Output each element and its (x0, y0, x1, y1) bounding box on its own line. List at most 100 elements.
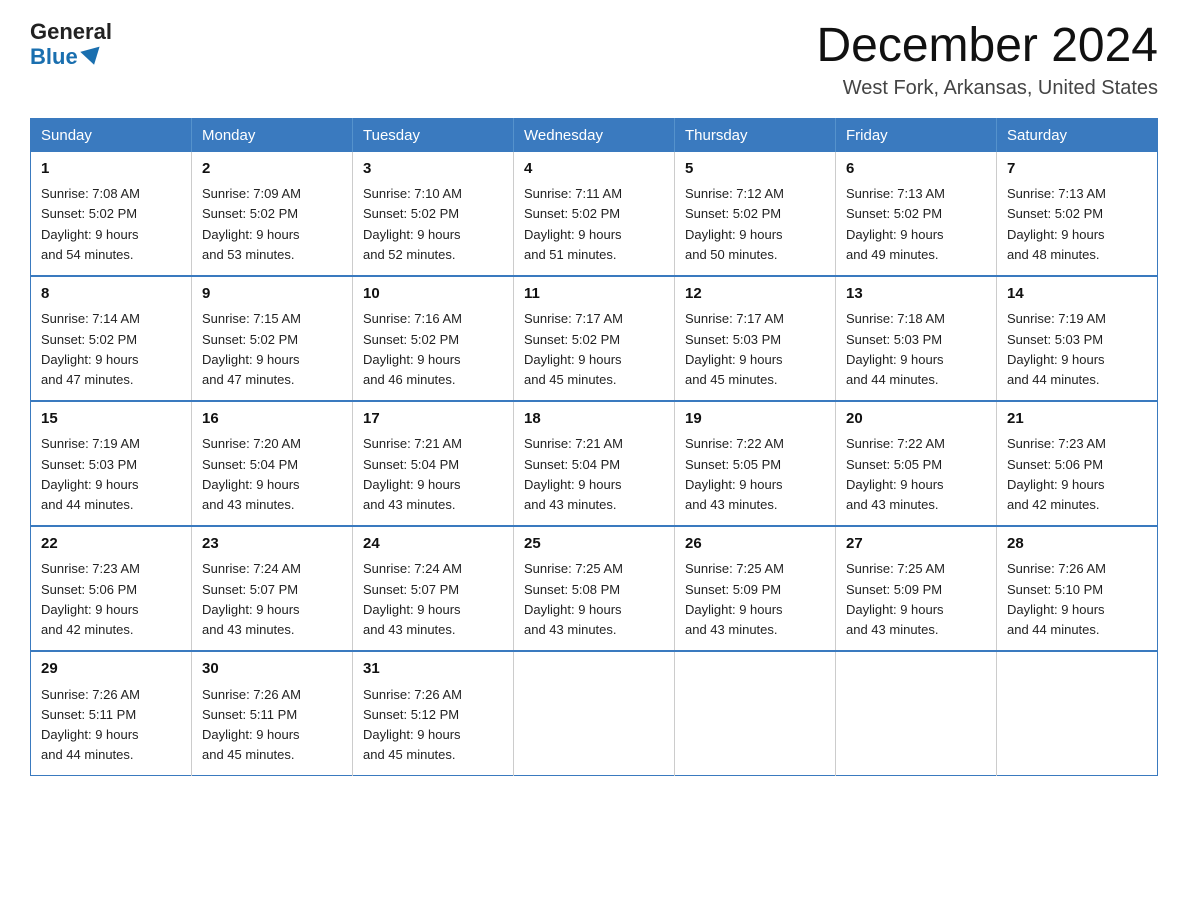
day-info: Sunrise: 7:08 AMSunset: 5:02 PMDaylight:… (41, 186, 140, 261)
day-info: Sunrise: 7:13 AMSunset: 5:02 PMDaylight:… (846, 186, 945, 261)
day-info: Sunrise: 7:11 AMSunset: 5:02 PMDaylight:… (524, 186, 622, 261)
title-block: December 2024 West Fork, Arkansas, Unite… (816, 20, 1158, 100)
calendar-cell: 7 Sunrise: 7:13 AMSunset: 5:02 PMDayligh… (997, 152, 1158, 276)
day-info: Sunrise: 7:17 AMSunset: 5:03 PMDaylight:… (685, 311, 784, 386)
calendar-cell (514, 651, 675, 776)
day-info: Sunrise: 7:19 AMSunset: 5:03 PMDaylight:… (41, 436, 140, 511)
calendar-cell: 3 Sunrise: 7:10 AMSunset: 5:02 PMDayligh… (353, 152, 514, 276)
weekday-header-row: SundayMondayTuesdayWednesdayThursdayFrid… (31, 118, 1158, 152)
calendar-cell: 20 Sunrise: 7:22 AMSunset: 5:05 PMDaylig… (836, 401, 997, 526)
day-number: 22 (41, 533, 181, 556)
weekday-header-sunday: Sunday (31, 118, 192, 152)
day-number: 27 (846, 533, 986, 556)
day-number: 9 (202, 283, 342, 306)
day-number: 30 (202, 658, 342, 681)
day-number: 24 (363, 533, 503, 556)
day-info: Sunrise: 7:22 AMSunset: 5:05 PMDaylight:… (846, 436, 945, 511)
calendar-cell: 2 Sunrise: 7:09 AMSunset: 5:02 PMDayligh… (192, 152, 353, 276)
calendar-cell: 22 Sunrise: 7:23 AMSunset: 5:06 PMDaylig… (31, 526, 192, 651)
calendar-cell: 29 Sunrise: 7:26 AMSunset: 5:11 PMDaylig… (31, 651, 192, 776)
day-number: 17 (363, 408, 503, 431)
day-info: Sunrise: 7:18 AMSunset: 5:03 PMDaylight:… (846, 311, 945, 386)
logo-triangle-icon (80, 47, 103, 68)
calendar-cell: 31 Sunrise: 7:26 AMSunset: 5:12 PMDaylig… (353, 651, 514, 776)
calendar-cell: 13 Sunrise: 7:18 AMSunset: 5:03 PMDaylig… (836, 276, 997, 401)
calendar-cell: 4 Sunrise: 7:11 AMSunset: 5:02 PMDayligh… (514, 152, 675, 276)
calendar-cell: 19 Sunrise: 7:22 AMSunset: 5:05 PMDaylig… (675, 401, 836, 526)
weekday-header-thursday: Thursday (675, 118, 836, 152)
day-info: Sunrise: 7:21 AMSunset: 5:04 PMDaylight:… (524, 436, 623, 511)
calendar-cell: 16 Sunrise: 7:20 AMSunset: 5:04 PMDaylig… (192, 401, 353, 526)
week-row-5: 29 Sunrise: 7:26 AMSunset: 5:11 PMDaylig… (31, 651, 1158, 776)
page-header: General Blue December 2024 West Fork, Ar… (30, 20, 1158, 100)
day-number: 10 (363, 283, 503, 306)
weekday-header-friday: Friday (836, 118, 997, 152)
day-number: 14 (1007, 283, 1147, 306)
calendar-cell: 9 Sunrise: 7:15 AMSunset: 5:02 PMDayligh… (192, 276, 353, 401)
day-number: 16 (202, 408, 342, 431)
calendar-cell: 14 Sunrise: 7:19 AMSunset: 5:03 PMDaylig… (997, 276, 1158, 401)
week-row-4: 22 Sunrise: 7:23 AMSunset: 5:06 PMDaylig… (31, 526, 1158, 651)
location-title: West Fork, Arkansas, United States (816, 77, 1158, 100)
calendar-cell: 28 Sunrise: 7:26 AMSunset: 5:10 PMDaylig… (997, 526, 1158, 651)
calendar-cell: 8 Sunrise: 7:14 AMSunset: 5:02 PMDayligh… (31, 276, 192, 401)
day-info: Sunrise: 7:25 AMSunset: 5:08 PMDaylight:… (524, 561, 623, 636)
day-number: 4 (524, 158, 664, 181)
day-number: 31 (363, 658, 503, 681)
calendar-cell: 23 Sunrise: 7:24 AMSunset: 5:07 PMDaylig… (192, 526, 353, 651)
calendar-cell: 10 Sunrise: 7:16 AMSunset: 5:02 PMDaylig… (353, 276, 514, 401)
logo-blue-text: Blue (30, 44, 102, 70)
day-info: Sunrise: 7:26 AMSunset: 5:12 PMDaylight:… (363, 687, 462, 762)
day-info: Sunrise: 7:26 AMSunset: 5:11 PMDaylight:… (41, 687, 140, 762)
calendar-cell: 12 Sunrise: 7:17 AMSunset: 5:03 PMDaylig… (675, 276, 836, 401)
day-number: 11 (524, 283, 664, 306)
calendar-cell: 5 Sunrise: 7:12 AMSunset: 5:02 PMDayligh… (675, 152, 836, 276)
day-info: Sunrise: 7:23 AMSunset: 5:06 PMDaylight:… (1007, 436, 1106, 511)
day-number: 18 (524, 408, 664, 431)
day-number: 25 (524, 533, 664, 556)
calendar-cell: 30 Sunrise: 7:26 AMSunset: 5:11 PMDaylig… (192, 651, 353, 776)
calendar-cell: 24 Sunrise: 7:24 AMSunset: 5:07 PMDaylig… (353, 526, 514, 651)
week-row-3: 15 Sunrise: 7:19 AMSunset: 5:03 PMDaylig… (31, 401, 1158, 526)
month-title: December 2024 (816, 20, 1158, 73)
day-info: Sunrise: 7:24 AMSunset: 5:07 PMDaylight:… (202, 561, 301, 636)
day-number: 20 (846, 408, 986, 431)
day-info: Sunrise: 7:13 AMSunset: 5:02 PMDaylight:… (1007, 186, 1106, 261)
day-number: 13 (846, 283, 986, 306)
day-info: Sunrise: 7:12 AMSunset: 5:02 PMDaylight:… (685, 186, 784, 261)
calendar-cell: 26 Sunrise: 7:25 AMSunset: 5:09 PMDaylig… (675, 526, 836, 651)
weekday-header-saturday: Saturday (997, 118, 1158, 152)
day-info: Sunrise: 7:15 AMSunset: 5:02 PMDaylight:… (202, 311, 301, 386)
weekday-header-tuesday: Tuesday (353, 118, 514, 152)
day-number: 1 (41, 158, 181, 181)
calendar-cell (836, 651, 997, 776)
day-info: Sunrise: 7:25 AMSunset: 5:09 PMDaylight:… (846, 561, 945, 636)
day-number: 8 (41, 283, 181, 306)
calendar-cell: 11 Sunrise: 7:17 AMSunset: 5:02 PMDaylig… (514, 276, 675, 401)
calendar-cell (997, 651, 1158, 776)
calendar-cell (675, 651, 836, 776)
weekday-header-monday: Monday (192, 118, 353, 152)
day-info: Sunrise: 7:20 AMSunset: 5:04 PMDaylight:… (202, 436, 301, 511)
day-info: Sunrise: 7:16 AMSunset: 5:02 PMDaylight:… (363, 311, 462, 386)
day-number: 28 (1007, 533, 1147, 556)
calendar-cell: 21 Sunrise: 7:23 AMSunset: 5:06 PMDaylig… (997, 401, 1158, 526)
logo: General Blue (30, 20, 112, 70)
calendar-cell: 6 Sunrise: 7:13 AMSunset: 5:02 PMDayligh… (836, 152, 997, 276)
day-number: 3 (363, 158, 503, 181)
day-number: 12 (685, 283, 825, 306)
day-number: 26 (685, 533, 825, 556)
day-number: 5 (685, 158, 825, 181)
day-info: Sunrise: 7:10 AMSunset: 5:02 PMDaylight:… (363, 186, 462, 261)
calendar-cell: 15 Sunrise: 7:19 AMSunset: 5:03 PMDaylig… (31, 401, 192, 526)
calendar-cell: 17 Sunrise: 7:21 AMSunset: 5:04 PMDaylig… (353, 401, 514, 526)
calendar-cell: 27 Sunrise: 7:25 AMSunset: 5:09 PMDaylig… (836, 526, 997, 651)
day-info: Sunrise: 7:21 AMSunset: 5:04 PMDaylight:… (363, 436, 462, 511)
calendar-cell: 25 Sunrise: 7:25 AMSunset: 5:08 PMDaylig… (514, 526, 675, 651)
week-row-2: 8 Sunrise: 7:14 AMSunset: 5:02 PMDayligh… (31, 276, 1158, 401)
day-info: Sunrise: 7:19 AMSunset: 5:03 PMDaylight:… (1007, 311, 1106, 386)
day-number: 7 (1007, 158, 1147, 181)
calendar-table: SundayMondayTuesdayWednesdayThursdayFrid… (30, 118, 1158, 776)
day-info: Sunrise: 7:22 AMSunset: 5:05 PMDaylight:… (685, 436, 784, 511)
day-info: Sunrise: 7:26 AMSunset: 5:11 PMDaylight:… (202, 687, 301, 762)
